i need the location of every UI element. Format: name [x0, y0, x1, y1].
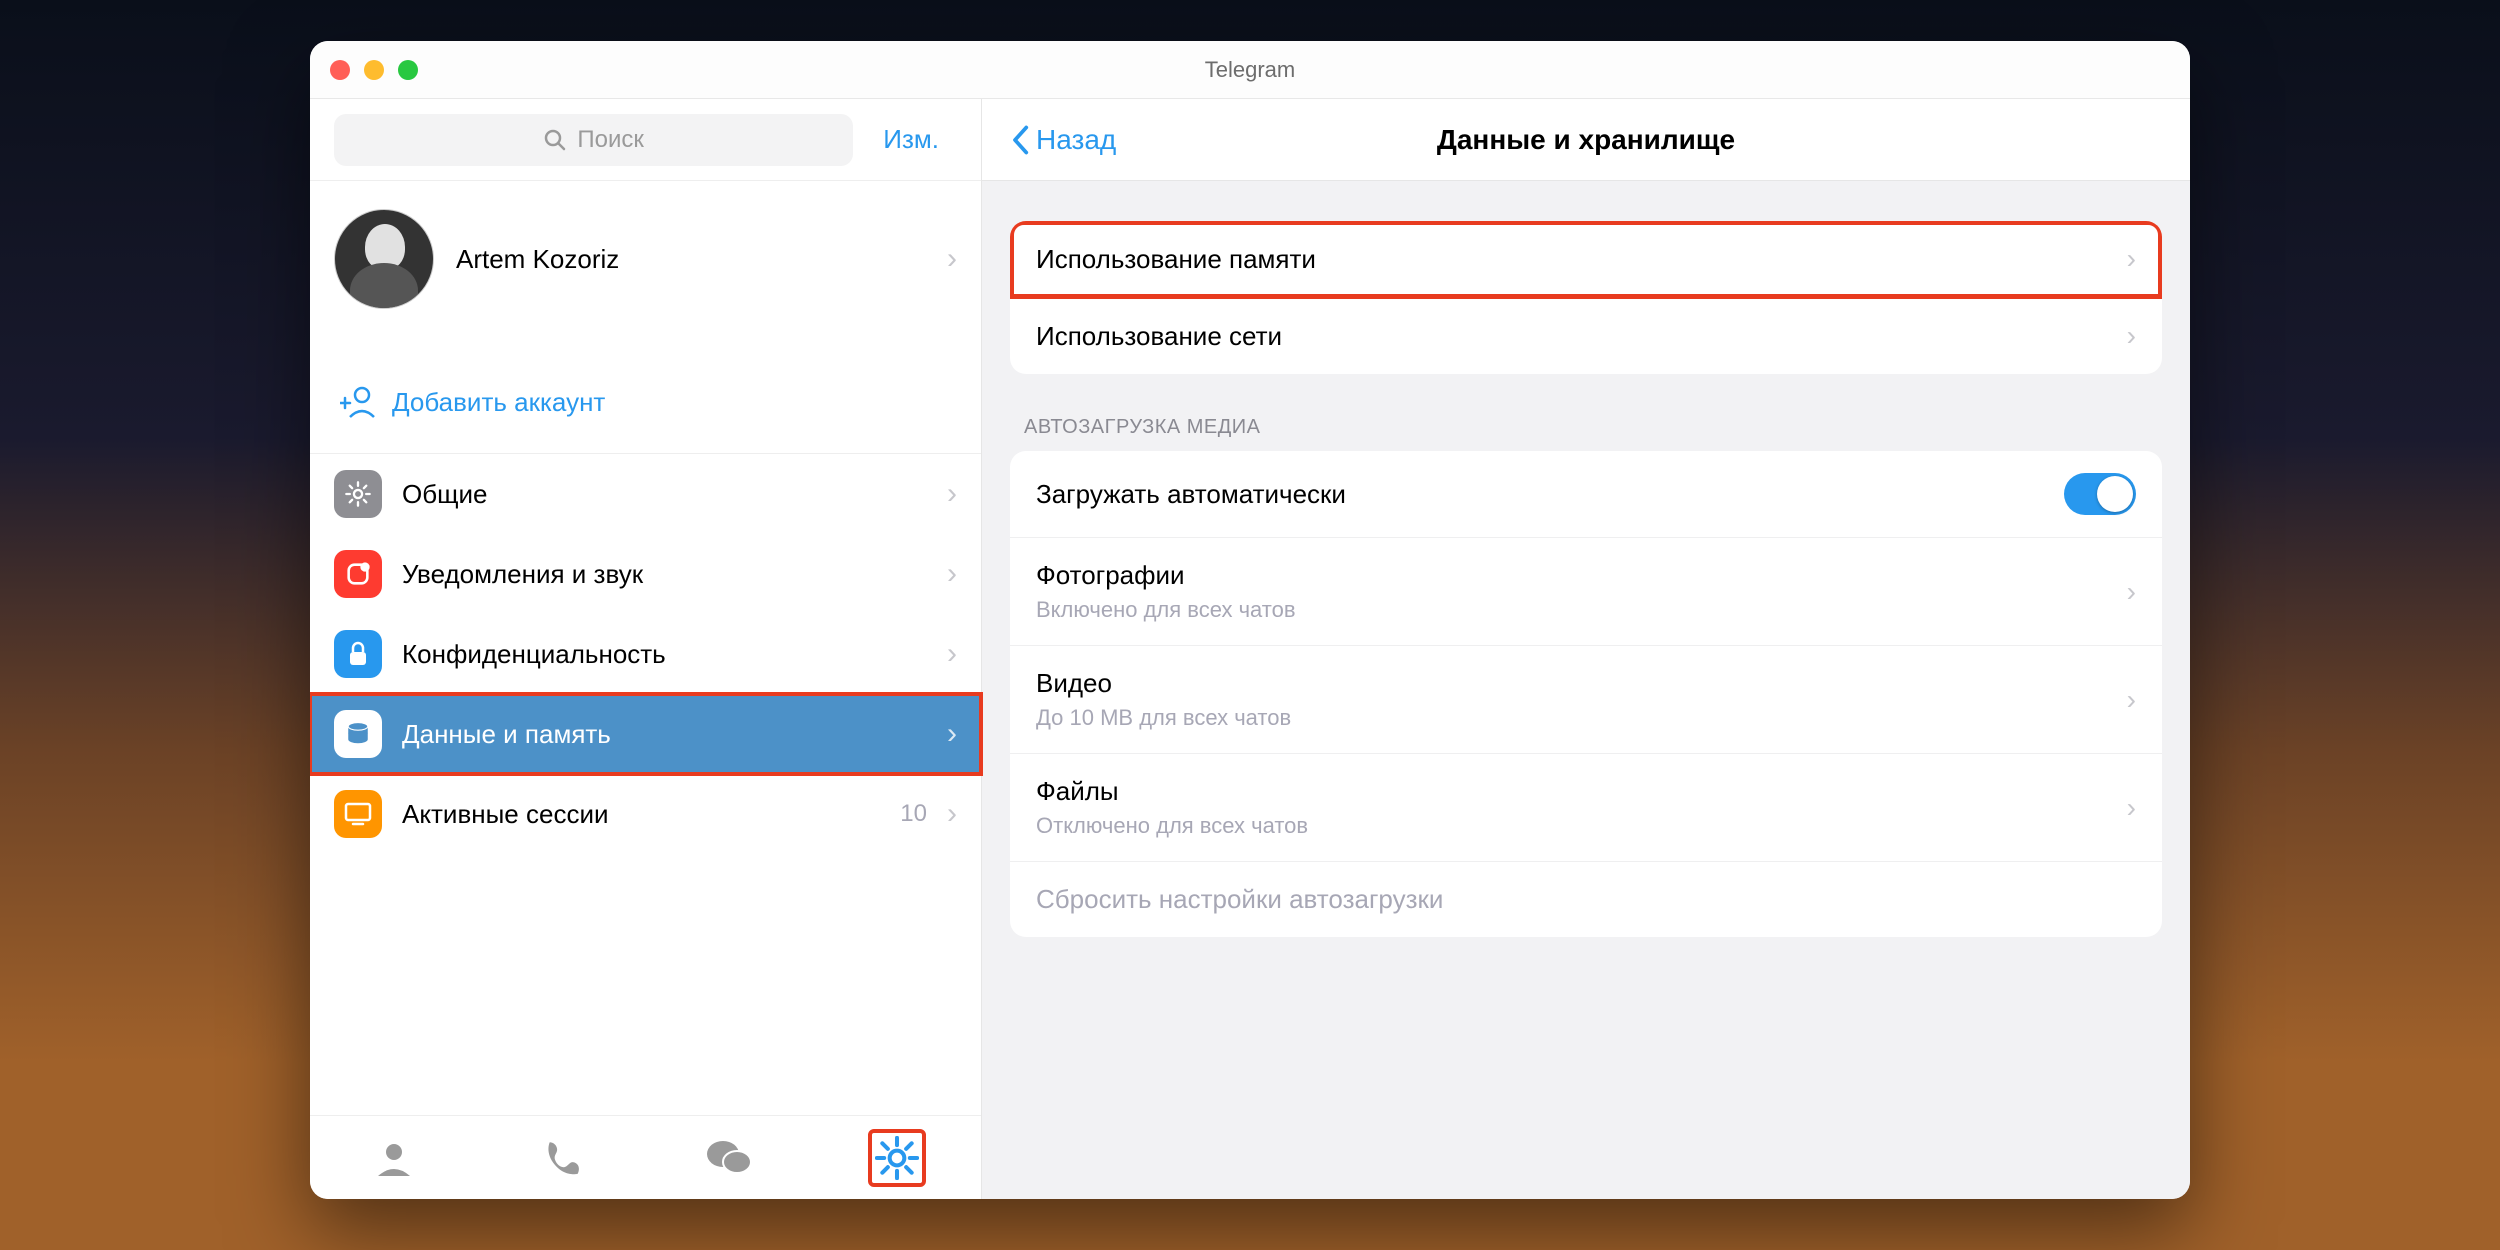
tab-settings[interactable] [870, 1131, 924, 1185]
sidebar-item-notifications[interactable]: Уведомления и звук › [310, 534, 981, 614]
sidebar-item-label: Активные сессии [402, 799, 880, 830]
profile-name: Artem Kozoriz [456, 244, 925, 275]
add-account-label: Добавить аккаунт [392, 387, 605, 418]
tab-chats[interactable] [702, 1131, 756, 1185]
sidebar-item-privacy[interactable]: Конфиденциальность › [310, 614, 981, 694]
row-files[interactable]: Файлы Отключено для всех чатов › [1010, 754, 2162, 862]
chevron-right-icon: › [947, 477, 957, 511]
toggle-switch[interactable] [2064, 473, 2136, 515]
chevron-right-icon: › [2127, 320, 2136, 352]
sidebar-item-label: Конфиденциальность [402, 639, 927, 670]
row-photos[interactable]: Фотографии Включено для всех чатов › [1010, 538, 2162, 646]
search-input[interactable]: Поиск [334, 114, 853, 166]
autodownload-group: Загружать автоматически Фотографии Включ… [1010, 451, 2162, 937]
sidebar-item-data-storage[interactable]: Данные и память › [310, 694, 981, 774]
bottom-tabbar [310, 1115, 981, 1199]
row-label: Использование памяти [1036, 244, 2127, 275]
monitor-icon [334, 790, 382, 838]
row-label: Фотографии [1036, 560, 2127, 591]
row-label: Сбросить настройки автозагрузки [1036, 884, 2136, 915]
sidebar-item-sessions[interactable]: Активные сессии 10 › [310, 774, 981, 854]
chevron-right-icon: › [2127, 792, 2136, 824]
sidebar-item-general[interactable]: Общие › [310, 454, 981, 534]
row-autodownload-toggle[interactable]: Загружать автоматически [1010, 451, 2162, 538]
sidebar-item-label: Уведомления и звук [402, 559, 927, 590]
row-videos[interactable]: Видео До 10 MB для всех чатов › [1010, 646, 2162, 754]
row-reset-autodownload[interactable]: Сбросить настройки автозагрузки [1010, 862, 2162, 937]
row-storage-usage[interactable]: Использование памяти › [1010, 221, 2162, 298]
chevron-right-icon: › [947, 242, 957, 276]
chevron-right-icon: › [947, 717, 957, 751]
row-network-usage[interactable]: Использование сети › [1010, 298, 2162, 374]
chevron-right-icon: › [2127, 576, 2136, 608]
settings-menu: Общие › Уведомления и звук › Конфиденциа… [310, 454, 981, 1115]
row-subtitle: Отключено для всех чатов [1036, 813, 2127, 839]
tab-calls[interactable] [535, 1131, 589, 1185]
chevron-right-icon: › [947, 797, 957, 831]
app-body: Поиск Изм. Artem Kozoriz › Добавить акка… [310, 99, 2190, 1199]
bell-icon [334, 550, 382, 598]
row-subtitle: Включено для всех чатов [1036, 597, 2127, 623]
titlebar: Telegram [310, 41, 2190, 99]
add-person-icon [340, 385, 374, 419]
main-header: Назад Данные и хранилище [982, 99, 2190, 181]
row-label: Файлы [1036, 776, 2127, 807]
search-placeholder: Поиск [577, 126, 644, 154]
sidebar-item-label: Общие [402, 479, 927, 510]
row-subtitle: До 10 MB для всех чатов [1036, 705, 2127, 731]
main-body: Использование памяти › Использование сет… [982, 181, 2190, 1019]
database-icon [334, 710, 382, 758]
lock-icon [334, 630, 382, 678]
search-icon [543, 128, 567, 152]
main-panel: Назад Данные и хранилище Использование п… [982, 99, 2190, 1199]
chevron-right-icon: › [2127, 684, 2136, 716]
app-window: Telegram Поиск Изм. Artem Kozoriz › Д [310, 41, 2190, 1199]
gear-icon [334, 470, 382, 518]
page-title: Данные и хранилище [982, 124, 2190, 156]
row-label: Использование сети [1036, 321, 2127, 352]
profile-row[interactable]: Artem Kozoriz › [310, 181, 981, 337]
search-row: Поиск Изм. [310, 99, 981, 181]
section-header-autodownload: АВТОЗАГРУЗКА МЕДИА [1024, 416, 2162, 439]
chevron-right-icon: › [947, 637, 957, 671]
row-label: Видео [1036, 668, 2127, 699]
chevron-right-icon: › [947, 557, 957, 591]
chevron-right-icon: › [2127, 243, 2136, 275]
row-label: Загружать автоматически [1036, 479, 2064, 510]
sidebar-item-label: Данные и память [402, 719, 927, 750]
avatar [334, 209, 434, 309]
usage-group: Использование памяти › Использование сет… [1010, 221, 2162, 374]
edit-button[interactable]: Изм. [865, 124, 957, 155]
sidebar: Поиск Изм. Artem Kozoriz › Добавить акка… [310, 99, 982, 1199]
window-title: Telegram [310, 57, 2190, 83]
sidebar-item-count: 10 [900, 800, 927, 828]
tab-contacts[interactable] [367, 1131, 421, 1185]
add-account-button[interactable]: Добавить аккаунт [310, 355, 981, 454]
